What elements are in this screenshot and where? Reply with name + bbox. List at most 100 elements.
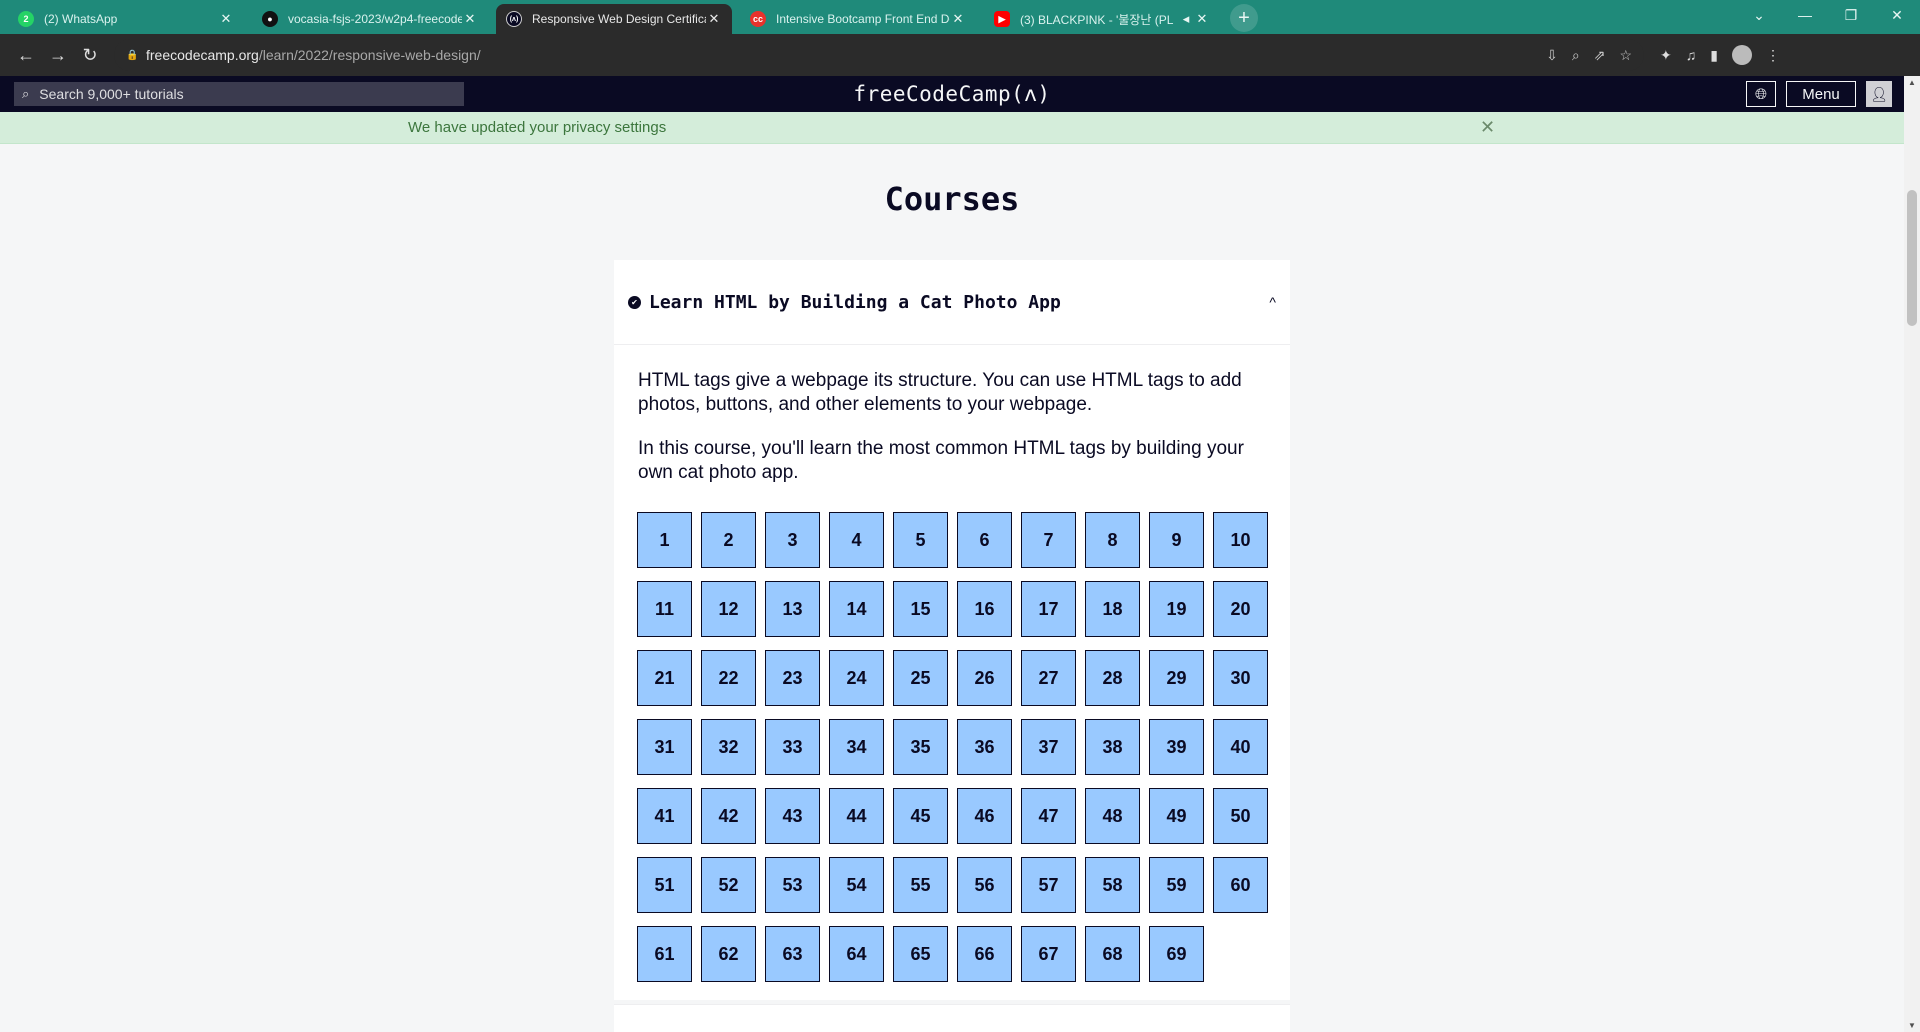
step-button-2[interactable]: 2 xyxy=(701,512,756,568)
step-button-49[interactable]: 49 xyxy=(1149,788,1204,844)
step-button-51[interactable]: 51 xyxy=(637,857,692,913)
step-button-36[interactable]: 36 xyxy=(957,719,1012,775)
step-button-50[interactable]: 50 xyxy=(1213,788,1268,844)
step-button-8[interactable]: 8 xyxy=(1085,512,1140,568)
close-tab-icon[interactable]: ✕ xyxy=(218,11,234,27)
step-button-38[interactable]: 38 xyxy=(1085,719,1140,775)
step-button-45[interactable]: 45 xyxy=(893,788,948,844)
extensions-icon[interactable]: ✦ xyxy=(1660,47,1672,64)
step-button-9[interactable]: 9 xyxy=(1149,512,1204,568)
step-button-68[interactable]: 68 xyxy=(1085,926,1140,982)
language-globe-icon[interactable]: 🌐︎ xyxy=(1746,81,1776,107)
step-button-26[interactable]: 26 xyxy=(957,650,1012,706)
reload-icon[interactable]: ↻ xyxy=(74,39,106,71)
step-button-13[interactable]: 13 xyxy=(765,581,820,637)
step-button-48[interactable]: 48 xyxy=(1085,788,1140,844)
step-button-19[interactable]: 19 xyxy=(1149,581,1204,637)
step-button-27[interactable]: 27 xyxy=(1021,650,1076,706)
side-panel-icon[interactable]: ▮ xyxy=(1710,47,1718,64)
menu-button[interactable]: Menu xyxy=(1786,81,1856,107)
step-button-1[interactable]: 1 xyxy=(637,512,692,568)
step-button-3[interactable]: 3 xyxy=(765,512,820,568)
step-button-5[interactable]: 5 xyxy=(893,512,948,568)
user-avatar[interactable]: 👤︎ xyxy=(1866,81,1892,107)
step-button-46[interactable]: 46 xyxy=(957,788,1012,844)
step-button-12[interactable]: 12 xyxy=(701,581,756,637)
step-button-56[interactable]: 56 xyxy=(957,857,1012,913)
step-button-32[interactable]: 32 xyxy=(701,719,756,775)
back-icon[interactable]: ← xyxy=(10,39,42,71)
step-button-61[interactable]: 61 xyxy=(637,926,692,982)
step-button-67[interactable]: 67 xyxy=(1021,926,1076,982)
step-button-25[interactable]: 25 xyxy=(893,650,948,706)
step-button-41[interactable]: 41 xyxy=(637,788,692,844)
step-button-52[interactable]: 52 xyxy=(701,857,756,913)
close-tab-icon[interactable]: ✕ xyxy=(462,11,478,27)
scroll-up-arrow-icon[interactable]: ▲ xyxy=(1908,78,1916,87)
zoom-icon[interactable]: ⌕ xyxy=(1572,47,1580,64)
step-button-24[interactable]: 24 xyxy=(829,650,884,706)
address-bar[interactable]: 🔒 freecodecamp.org/learn/2022/responsive… xyxy=(114,39,1644,71)
step-button-43[interactable]: 43 xyxy=(765,788,820,844)
close-tab-icon[interactable]: ✕ xyxy=(950,11,966,27)
step-button-58[interactable]: 58 xyxy=(1085,857,1140,913)
bookmark-star-icon[interactable]: ☆ xyxy=(1619,47,1632,64)
step-button-31[interactable]: 31 xyxy=(637,719,692,775)
browser-tab-youtube[interactable]: ▶ (3) BLACKPINK - '불장난 (PL ◂ ✕ xyxy=(984,4,1220,34)
step-button-40[interactable]: 40 xyxy=(1213,719,1268,775)
step-button-14[interactable]: 14 xyxy=(829,581,884,637)
step-button-47[interactable]: 47 xyxy=(1021,788,1076,844)
page-scrollbar[interactable]: ▲ ▼ xyxy=(1904,76,1920,1032)
step-button-44[interactable]: 44 xyxy=(829,788,884,844)
step-button-18[interactable]: 18 xyxy=(1085,581,1140,637)
step-button-17[interactable]: 17 xyxy=(1021,581,1076,637)
step-button-4[interactable]: 4 xyxy=(829,512,884,568)
step-button-11[interactable]: 11 xyxy=(637,581,692,637)
step-button-7[interactable]: 7 xyxy=(1021,512,1076,568)
new-tab-button[interactable]: + xyxy=(1230,4,1258,32)
chevron-up-icon[interactable]: ^ xyxy=(1269,294,1276,310)
step-button-10[interactable]: 10 xyxy=(1213,512,1268,568)
install-app-icon[interactable]: ⇩ xyxy=(1546,47,1558,64)
step-button-15[interactable]: 15 xyxy=(893,581,948,637)
step-button-22[interactable]: 22 xyxy=(701,650,756,706)
site-logo[interactable]: freeCodeCamp(ʌ) xyxy=(853,82,1050,106)
scrollbar-thumb[interactable] xyxy=(1907,190,1917,326)
browser-tab-whatsapp[interactable]: 2 (2) WhatsApp ✕ xyxy=(8,4,244,34)
step-button-54[interactable]: 54 xyxy=(829,857,884,913)
step-button-33[interactable]: 33 xyxy=(765,719,820,775)
step-button-42[interactable]: 42 xyxy=(701,788,756,844)
step-button-69[interactable]: 69 xyxy=(1149,926,1204,982)
close-icon[interactable]: ✕ xyxy=(1480,117,1495,138)
media-control-icon[interactable]: ♫ xyxy=(1686,47,1697,63)
step-button-20[interactable]: 20 xyxy=(1213,581,1268,637)
step-button-6[interactable]: 6 xyxy=(957,512,1012,568)
mute-icon[interactable]: ◂ xyxy=(1178,11,1194,27)
step-button-60[interactable]: 60 xyxy=(1213,857,1268,913)
step-button-63[interactable]: 63 xyxy=(765,926,820,982)
step-button-66[interactable]: 66 xyxy=(957,926,1012,982)
close-tab-icon[interactable]: ✕ xyxy=(1194,11,1210,27)
restore-icon[interactable]: ❐ xyxy=(1828,0,1874,30)
step-button-29[interactable]: 29 xyxy=(1149,650,1204,706)
close-window-icon[interactable]: ✕ xyxy=(1874,0,1920,30)
step-button-35[interactable]: 35 xyxy=(893,719,948,775)
step-button-30[interactable]: 30 xyxy=(1213,650,1268,706)
step-button-39[interactable]: 39 xyxy=(1149,719,1204,775)
search-input[interactable]: ⌕ Search 9,000+ tutorials xyxy=(14,82,464,106)
step-button-23[interactable]: 23 xyxy=(765,650,820,706)
browser-menu-icon[interactable]: ⋮ xyxy=(1766,47,1780,64)
step-button-64[interactable]: 64 xyxy=(829,926,884,982)
browser-tab-codepolitan[interactable]: cc Intensive Bootcamp Front End De ✕ xyxy=(740,4,976,34)
step-button-34[interactable]: 34 xyxy=(829,719,884,775)
browser-tab-github[interactable]: ● vocasia-fsjs-2023/w2p4-freecode ✕ xyxy=(252,4,488,34)
step-button-53[interactable]: 53 xyxy=(765,857,820,913)
step-button-21[interactable]: 21 xyxy=(637,650,692,706)
course-header[interactable]: ✔ Learn HTML by Building a Cat Photo App… xyxy=(614,260,1290,345)
forward-icon[interactable]: → xyxy=(42,39,74,71)
step-button-62[interactable]: 62 xyxy=(701,926,756,982)
step-button-28[interactable]: 28 xyxy=(1085,650,1140,706)
step-button-37[interactable]: 37 xyxy=(1021,719,1076,775)
step-button-65[interactable]: 65 xyxy=(893,926,948,982)
scroll-down-arrow-icon[interactable]: ▼ xyxy=(1908,1021,1916,1030)
